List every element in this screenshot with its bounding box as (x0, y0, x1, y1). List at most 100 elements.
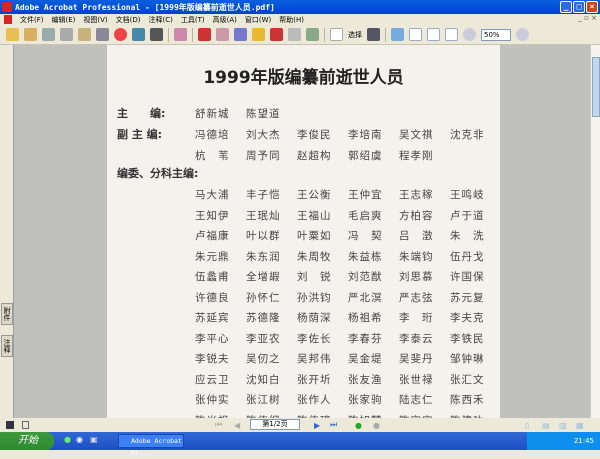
menu-file[interactable]: 文件(F) (20, 15, 44, 25)
name-row: 王知伊 王珉灿 王福山 毛启爽 方柏容 卢于道 (195, 208, 501, 223)
page-icon[interactable] (22, 421, 29, 429)
review-icon[interactable] (216, 28, 229, 41)
close-button[interactable]: × (586, 1, 598, 13)
create-pdf-icon[interactable] (78, 28, 91, 41)
zoom-input[interactable]: 50% (481, 28, 511, 41)
continuous-icon[interactable]: ▤ (542, 421, 550, 430)
open-icon[interactable] (6, 28, 19, 41)
zoom-in-icon[interactable] (516, 28, 529, 41)
toolbar: 选择 50% (0, 25, 600, 45)
maximize-button[interactable]: □ (573, 1, 585, 13)
name: 陈望道 (246, 108, 281, 120)
optimize-icon[interactable] (306, 28, 319, 41)
forms-icon[interactable] (288, 28, 301, 41)
name: 伍丹戈 (450, 250, 485, 263)
taskbar: 开始 ● ◉ ▣ Adobe Acrobat Pr... 21:45 (0, 432, 600, 457)
taskbar-acrobat-button[interactable]: Adobe Acrobat Pr... (118, 434, 184, 457)
edit-icon[interactable] (174, 28, 187, 41)
explorer-icon[interactable]: ▣ (90, 435, 98, 444)
name-row: 朱元鼎 朱东润 朱周牧 朱益栋 朱端钧 伍丹戈 (195, 249, 501, 264)
name: 孙洪钧 (297, 291, 332, 304)
name: 冯 契 (348, 230, 383, 242)
tab-attachments[interactable]: 附件 (1, 303, 13, 325)
sign-icon[interactable] (234, 28, 247, 41)
name: 沈克非 (450, 129, 485, 141)
name: 王鸣岐 (450, 189, 485, 201)
zoom-out-icon[interactable] (463, 28, 476, 41)
name-row: 伍蠡甫 全增嘏 刘 锐 刘范猷 刘思慕 许国保 (195, 269, 501, 284)
name: 程孝刚 (399, 150, 434, 162)
menu-edit[interactable]: 编辑(E) (52, 15, 76, 25)
organizer-icon[interactable] (24, 28, 37, 41)
previous-page-icon[interactable]: ◀ (234, 421, 240, 430)
secure-icon[interactable] (252, 28, 265, 41)
name: 张世禄 (399, 373, 434, 386)
name: 杨祖希 (348, 312, 383, 324)
menu-advanced[interactable]: 高级(A) (213, 15, 237, 25)
system-tray: 21:45 (527, 432, 600, 450)
menu-document[interactable]: 文档(D) (116, 15, 141, 25)
browser-icon[interactable]: ◉ (76, 435, 83, 444)
next-page-icon[interactable]: ▶ (314, 421, 320, 430)
page-title: 1999年版编纂前逝世人员 (203, 68, 404, 88)
stamp-icon[interactable] (114, 28, 127, 41)
actual-size-icon[interactable] (409, 28, 422, 41)
name: 刘大杰 (246, 129, 281, 141)
single-page-icon[interactable]: ▯ (525, 421, 529, 430)
select-tool-button[interactable]: 选择 (348, 30, 362, 40)
navigation-pane: 附件 注释 (0, 45, 14, 418)
name: 王知伊 (195, 209, 230, 222)
name: 朱 洗 (450, 230, 485, 242)
name: 卢于道 (450, 209, 485, 222)
window-title: Adobe Acrobat Professional - [1999年版编纂前逝… (15, 2, 275, 12)
continuous-facing-icon[interactable]: ▦ (576, 421, 584, 430)
fit-width-icon[interactable] (445, 28, 458, 41)
pdf-page: 1999年版编纂前逝世人员 主 编: 舒新城 陈望道 副 主 编: 冯德培 刘大杰… (107, 45, 501, 427)
scroll-thumb[interactable] (592, 57, 600, 117)
save-icon[interactable] (42, 28, 55, 41)
name: 马大浦 (195, 189, 230, 201)
name-row: 张仲实 张江树 张作人 张家驹 陆志仁 陈西禾 (195, 392, 501, 407)
start-button[interactable]: 开始 (0, 432, 54, 450)
last-page-icon[interactable]: ⏭ (330, 420, 337, 430)
menu-view[interactable]: 视图(V) (83, 15, 107, 25)
email-icon[interactable] (132, 28, 145, 41)
chief-editor-label: 主 编: (117, 107, 166, 120)
name: 吴斐丹 (399, 353, 434, 365)
name: 郭绍虞 (348, 150, 383, 162)
document-icon (4, 15, 12, 24)
name: 苏延宾 (195, 312, 230, 324)
menu-help[interactable]: 帮助(H) (279, 15, 304, 25)
hand-tool-icon[interactable] (330, 28, 343, 41)
print-icon[interactable] (60, 28, 73, 41)
menu-comments[interactable]: 注释(C) (149, 15, 173, 25)
name: 吴邦伟 (297, 353, 332, 365)
convert-icon[interactable] (198, 28, 211, 41)
zoom-in-tool-icon[interactable] (391, 28, 404, 41)
facing-icon[interactable]: ▥ (559, 421, 567, 430)
minimize-button[interactable]: _ (560, 1, 572, 13)
page-number-input[interactable]: 第1/2页 (250, 419, 300, 430)
snapshot-icon[interactable] (367, 28, 380, 41)
menu-window[interactable]: 窗口(W) (245, 15, 271, 25)
tab-comments[interactable]: 注释 (1, 335, 13, 357)
quicklaunch-icon[interactable]: ● (64, 435, 71, 444)
go-forward-icon[interactable]: ● (373, 421, 380, 430)
chief-editor-row: 舒新城 陈望道 (195, 106, 297, 121)
name: 张友渔 (348, 373, 383, 386)
first-page-icon[interactable]: ⏮ (215, 420, 222, 430)
menu-tools[interactable]: 工具(T) (181, 15, 205, 25)
comment-icon[interactable] (270, 28, 283, 41)
fit-page-icon[interactable] (427, 28, 440, 41)
go-back-icon[interactable]: ● (355, 421, 362, 430)
name: 伍蠡甫 (195, 271, 230, 283)
find-icon[interactable] (150, 28, 163, 41)
document-window-controls[interactable]: _ ▫ × (578, 14, 597, 22)
name-row: 李锐夫 吴仞之 吴邦伟 吴金堤 吴斐丹 邹钟琳 (195, 351, 501, 366)
name: 吴仞之 (246, 353, 281, 365)
name: 许国保 (450, 271, 485, 283)
vertical-scrollbar[interactable] (590, 45, 600, 418)
pane-toggle-icon[interactable] (6, 421, 14, 429)
name: 朱元鼎 (195, 250, 230, 263)
attach-icon[interactable] (96, 28, 109, 41)
